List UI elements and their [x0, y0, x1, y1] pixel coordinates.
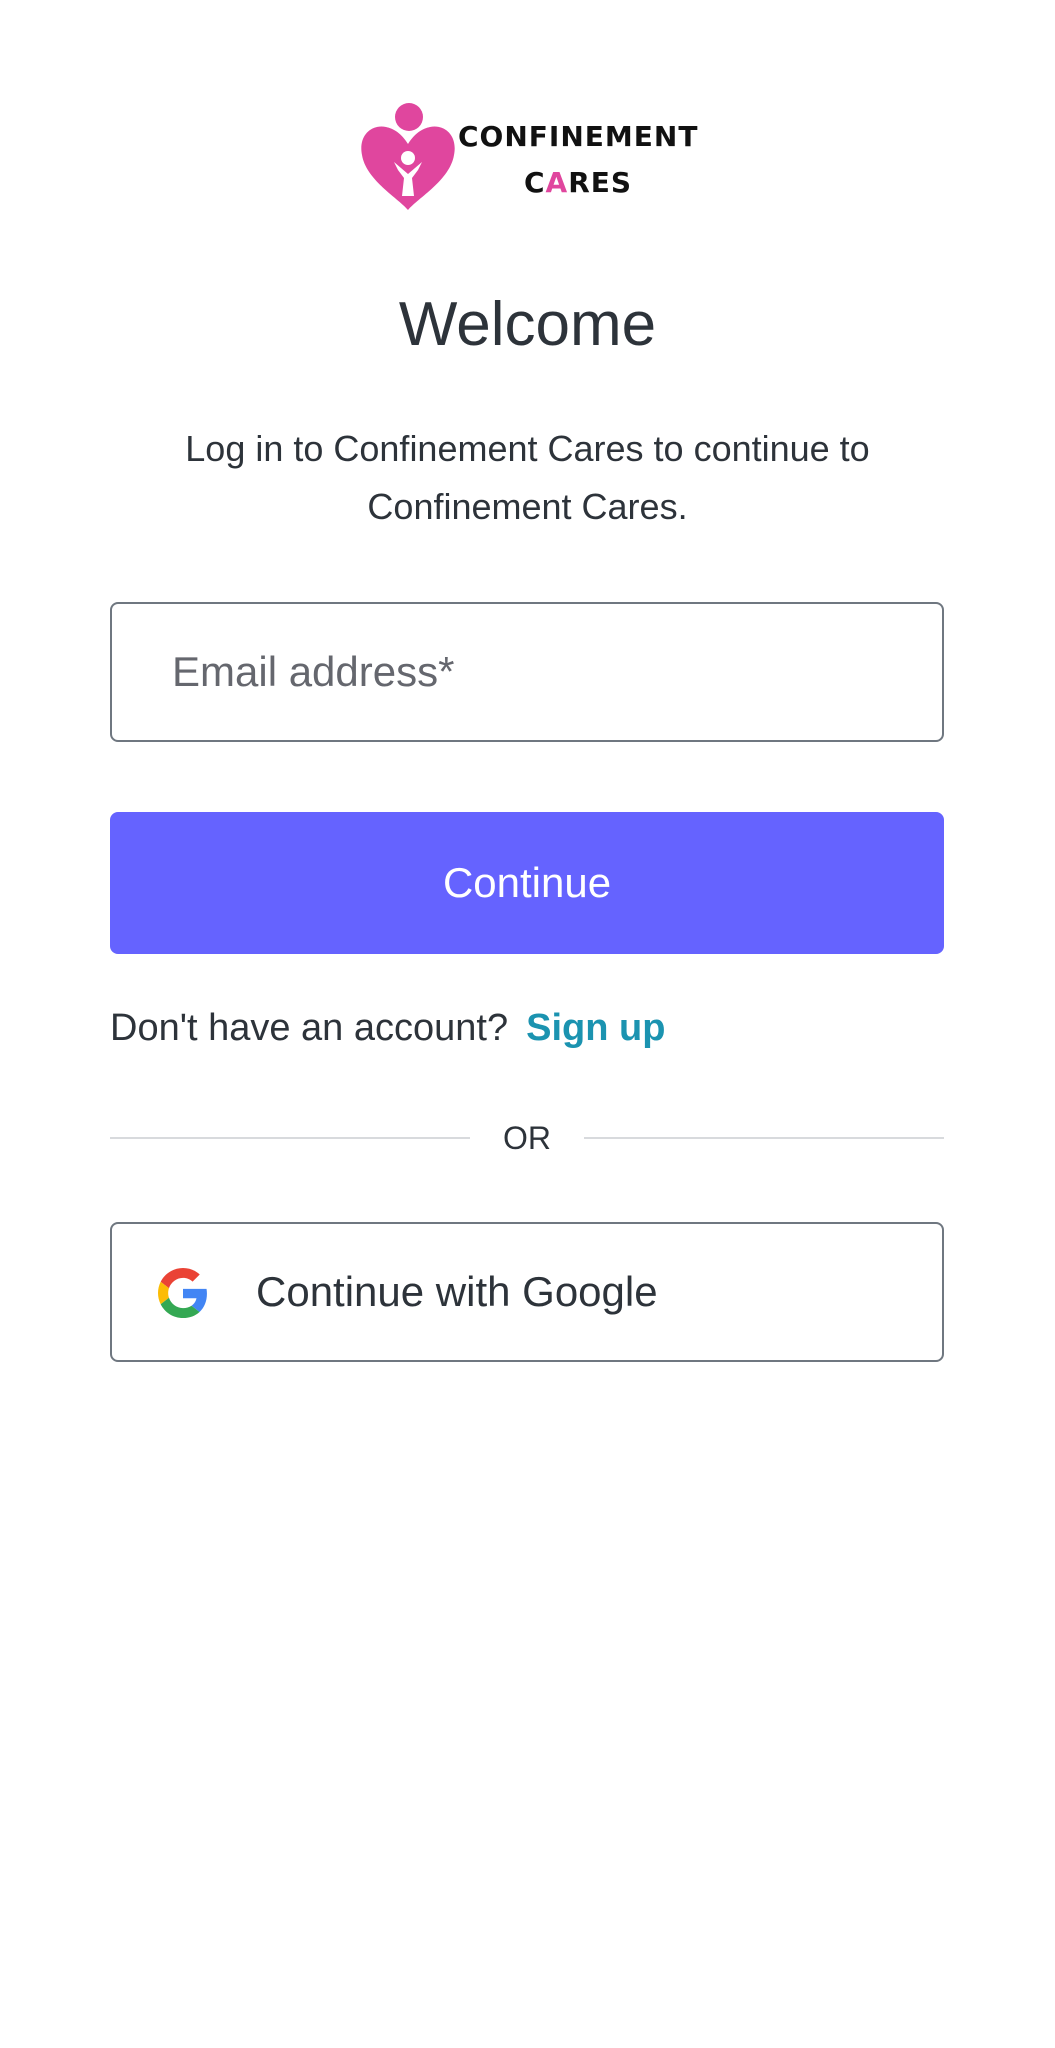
divider-line-right [584, 1137, 944, 1139]
google-button-label: Continue with Google [256, 1268, 658, 1315]
logo-line1: CONFINEMENT [458, 120, 699, 153]
signup-link[interactable]: Sign up [526, 1007, 665, 1049]
google-icon [158, 1268, 207, 1318]
logo: CONFINEMENT CARES [358, 100, 698, 220]
logo-text: CONFINEMENT CARES [458, 114, 698, 206]
divider-line-left [110, 1137, 470, 1139]
or-divider: OR [110, 1110, 944, 1166]
logo-line2-part1: C [523, 166, 546, 199]
page-title: Welcome [398, 290, 657, 359]
heart-person-icon [361, 103, 455, 210]
email-input[interactable] [112, 604, 942, 740]
logo-line2: CARES [458, 160, 698, 206]
continue-button[interactable]: Continue [110, 812, 944, 954]
page-subtitle: Log in to Confinement Cares to continue … [185, 428, 870, 527]
logo-line2-part2: RES [568, 166, 633, 199]
signup-prompt: Don't have an account? [110, 1007, 509, 1049]
divider-text: OR [503, 1120, 551, 1156]
email-field[interactable] [110, 602, 944, 742]
continue-with-google-button[interactable]: Continue with Google [110, 1222, 944, 1362]
logo-line2-accent: A [545, 166, 569, 199]
signup-row: Don't have an account? Sign up [110, 1000, 665, 1056]
